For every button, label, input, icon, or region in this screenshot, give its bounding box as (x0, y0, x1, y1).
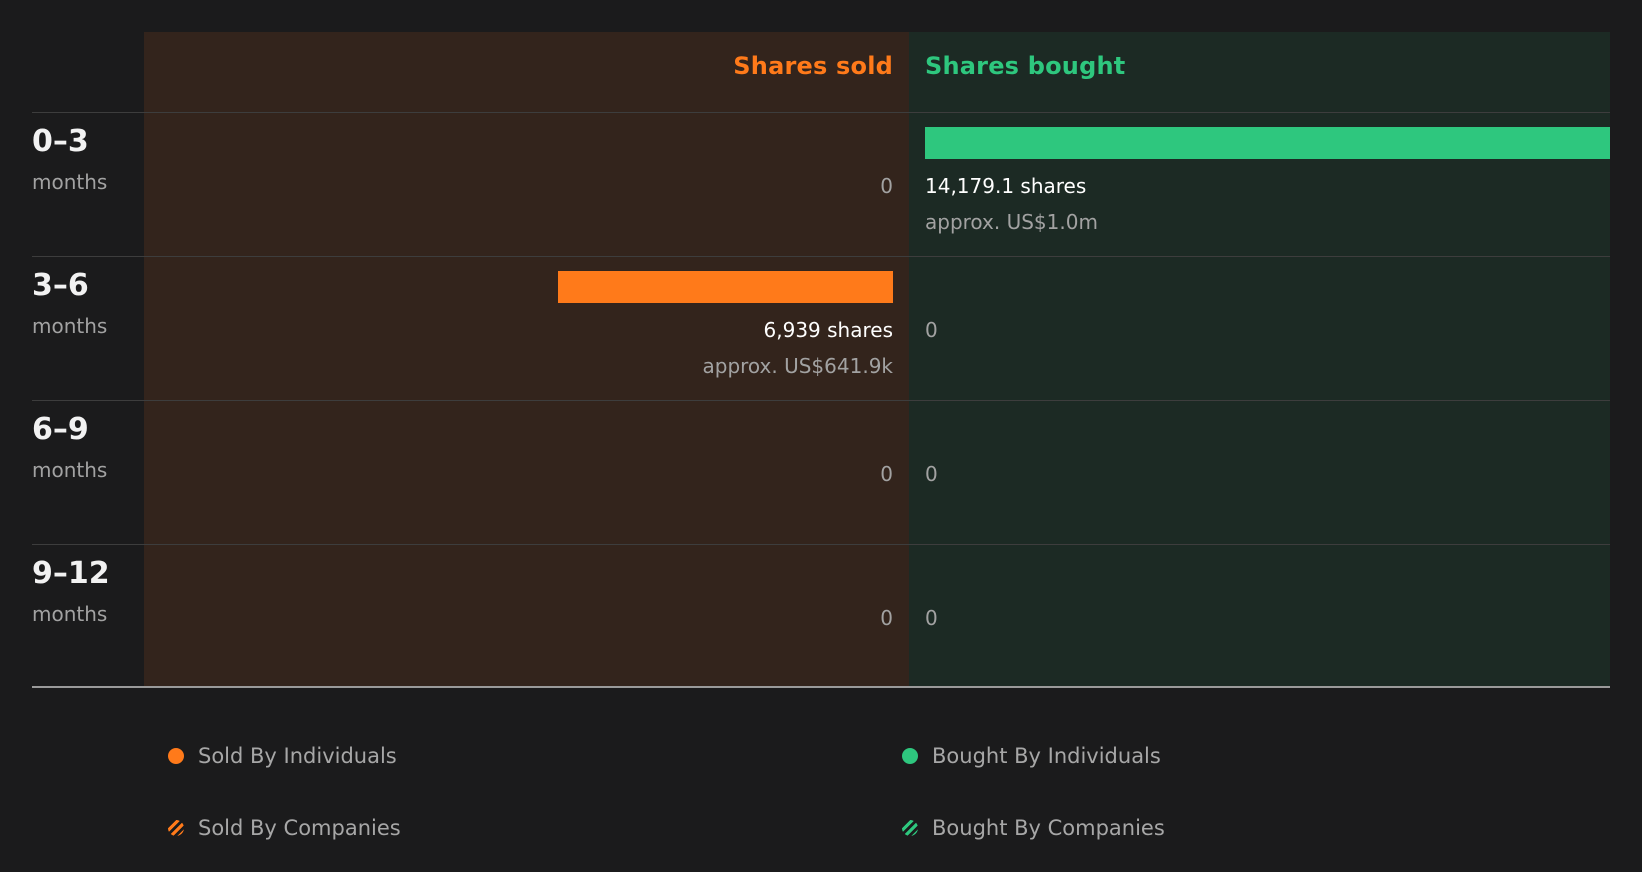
green-dot-icon (902, 748, 918, 764)
period-unit: months (32, 602, 108, 626)
legend-label: Sold By Individuals (198, 744, 397, 768)
legend-sold-individuals: Sold By Individuals (168, 744, 397, 768)
bought-approx-value: approx. US$1.0m (925, 210, 1098, 234)
shares-sold-header: Shares sold (733, 52, 893, 80)
green-hatched-dot-icon (902, 820, 918, 836)
sold-approx-value: approx. US$641.9k (702, 354, 894, 378)
legend-label: Bought By Companies (932, 816, 1165, 840)
bought-value: 0 (925, 606, 938, 630)
period-label: 6–9 (32, 412, 89, 447)
period-label: 0–3 (32, 124, 89, 159)
sold-value: 0 (880, 174, 893, 198)
legend-bought-companies: Bought By Companies (902, 816, 1165, 840)
period-unit: months (32, 458, 108, 482)
orange-dot-icon (168, 748, 184, 764)
legend-sold-companies: Sold By Companies (168, 816, 401, 840)
sold-value: 0 (880, 606, 893, 630)
period-row: 3–6 months 6,939 shares 0 approx. US$641.9k (0, 256, 1642, 400)
orange-hatched-dot-icon (168, 820, 184, 836)
sold-bar (557, 271, 893, 303)
legend-bought-individuals: Bought By Individuals (902, 744, 1161, 768)
chart-baseline (32, 686, 1610, 688)
period-label: 9–12 (32, 556, 110, 591)
period-row: 0–3 months 0 14,179.1 shares approx. US$1.0m (0, 112, 1642, 256)
period-row: 9–12 months 0 0 (0, 544, 1642, 688)
shares-bought-header: Shares bought (925, 52, 1126, 80)
bought-value: 0 (925, 318, 938, 342)
legend-label: Sold By Companies (198, 816, 401, 840)
legend-label: Bought By Individuals (932, 744, 1161, 768)
sold-value: 6,939 shares (763, 318, 893, 342)
bought-value: 0 (925, 462, 938, 486)
bought-bar (925, 127, 1610, 159)
period-unit: months (32, 170, 108, 194)
period-unit: months (32, 314, 108, 338)
sold-value: 0 (880, 462, 893, 486)
period-label: 3–6 (32, 268, 89, 303)
bought-value: 14,179.1 shares (925, 174, 1087, 198)
period-row: 6–9 months 0 0 (0, 400, 1642, 544)
